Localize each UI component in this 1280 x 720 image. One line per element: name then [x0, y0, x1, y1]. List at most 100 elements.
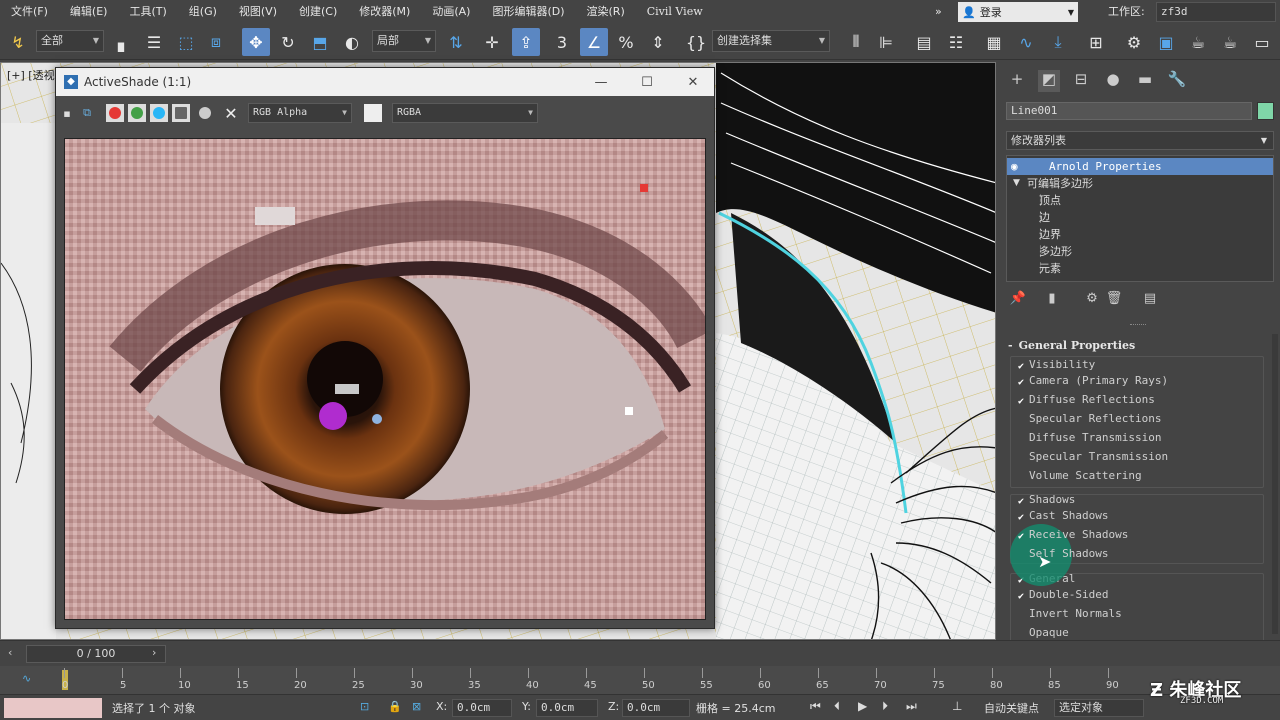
- blue-channel-toggle[interactable]: [150, 104, 168, 122]
- expand-triangle-icon[interactable]: ▼: [1013, 175, 1020, 192]
- workspace-dropdown[interactable]: zf3d: [1156, 2, 1276, 22]
- select-object-icon[interactable]: ▖: [110, 28, 138, 56]
- checkbox-visibility[interactable]: ✔ Visibility: [1016, 357, 1095, 373]
- stack-item-polygon[interactable]: ┆ 多边形: [1007, 243, 1273, 260]
- undo-redo-icon[interactable]: ↯: [4, 28, 32, 56]
- window-crossing-icon[interactable]: ⧈: [202, 28, 230, 56]
- configure-sets-icon[interactable]: ▤: [1140, 291, 1160, 311]
- render-iterative-icon[interactable]: ☕: [1216, 28, 1244, 56]
- menu-modifiers[interactable]: 修改器(M): [348, 0, 421, 24]
- next-key-icon[interactable]: ⏵: [882, 699, 888, 714]
- schematic-view-icon[interactable]: ⤓: [1044, 28, 1072, 56]
- menu-group[interactable]: 组(G): [178, 0, 228, 24]
- menu-edit[interactable]: 编辑(E): [59, 0, 119, 24]
- mono-toggle[interactable]: [196, 104, 214, 122]
- utilities-tab-wrench-icon[interactable]: 🔧: [1166, 70, 1188, 92]
- isolate-icon[interactable]: ⊡: [360, 700, 369, 713]
- selection-filter-dropdown[interactable]: 全部 ▼: [36, 30, 104, 52]
- material-editor-icon[interactable]: ⊞: [1082, 28, 1110, 56]
- object-color-swatch[interactable]: [1257, 102, 1274, 120]
- absolute-mode-icon[interactable]: ⊠: [412, 700, 421, 713]
- menu-graph-editors[interactable]: 图形编辑器(D): [481, 0, 575, 24]
- rendered-frame-icon[interactable]: ▣: [1152, 28, 1180, 56]
- menu-file[interactable]: 文件(F): [0, 0, 59, 24]
- checkbox-diffuse-transmission[interactable]: Diffuse Transmission: [1016, 430, 1161, 446]
- motion-tab-icon[interactable]: ●: [1102, 70, 1124, 92]
- stack-item-edge[interactable]: ┆ 边: [1007, 209, 1273, 226]
- rollout-scrollbar[interactable]: [1272, 334, 1278, 634]
- pivot-center-icon[interactable]: ⇅: [442, 28, 470, 56]
- menu-view[interactable]: 视图(V): [228, 0, 288, 24]
- curve-editor-icon[interactable]: ∿: [1012, 28, 1040, 56]
- x-coordinate-field[interactable]: 0.0cm: [452, 699, 512, 717]
- minimize-icon[interactable]: —: [578, 68, 624, 96]
- goto-end-icon[interactable]: ⏭: [906, 699, 917, 714]
- activeshade-icon[interactable]: ▭: [1248, 28, 1276, 56]
- ribbon-icon[interactable]: ▦: [980, 28, 1008, 56]
- time-slider[interactable]: 0 / 100: [26, 645, 166, 663]
- menu-overflow-icon[interactable]: »: [924, 0, 953, 24]
- select-move-icon[interactable]: ✥: [242, 28, 270, 56]
- reference-coord-dropdown[interactable]: 局部 ▼: [372, 30, 436, 52]
- checkbox-volume-scattering[interactable]: Volume Scattering: [1016, 468, 1142, 484]
- keyboard-shortcut-icon[interactable]: ⇪: [512, 28, 540, 56]
- splitter[interactable]: [1130, 324, 1146, 326]
- lock-icon[interactable]: 🔒: [388, 700, 402, 713]
- checkbox-specular-reflections[interactable]: Specular Reflections: [1016, 411, 1161, 427]
- prev-frame-icon[interactable]: ‹: [8, 646, 12, 659]
- maximize-icon[interactable]: ☐: [624, 68, 670, 96]
- select-scale-icon[interactable]: ⬒: [306, 28, 334, 56]
- stack-item-border[interactable]: ┆ 边界: [1007, 226, 1273, 243]
- stack-item-editable-poly[interactable]: ▼ 可编辑多边形: [1007, 175, 1273, 192]
- checkbox-invert-normals[interactable]: Invert Normals: [1016, 606, 1122, 622]
- clear-icon[interactable]: ✕: [222, 104, 240, 123]
- z-coordinate-field[interactable]: 0.0cm: [622, 699, 690, 717]
- edit-named-selection-icon[interactable]: {}: [682, 28, 710, 56]
- stack-item-vertex[interactable]: ┆ 顶点: [1007, 192, 1273, 209]
- checkbox-double-sided[interactable]: ✔ Double-Sided: [1016, 587, 1109, 603]
- save-image-icon[interactable]: ▪: [58, 104, 76, 122]
- snaps-toggle-icon[interactable]: 3: [548, 28, 576, 56]
- modifier-list-dropdown[interactable]: 修改器列表 ▼: [1006, 131, 1274, 150]
- rect-selection-icon[interactable]: ⬚: [172, 28, 200, 56]
- checkbox-specular-transmission[interactable]: Specular Transmission: [1016, 449, 1168, 465]
- menu-rendering[interactable]: 渲染(R): [576, 0, 636, 24]
- spinner-snap-icon[interactable]: ⇕: [644, 28, 672, 56]
- hierarchy-tab-icon[interactable]: ⊟: [1070, 70, 1092, 92]
- channel-dropdown[interactable]: RGB Alpha ▼: [248, 103, 352, 123]
- select-place-icon[interactable]: ◐: [338, 28, 366, 56]
- checkbox-receive-shadows[interactable]: ✔ Receive Shadows: [1016, 527, 1128, 543]
- alpha-channel-toggle[interactable]: [172, 104, 190, 122]
- select-manipulate-icon[interactable]: ✛: [478, 28, 506, 56]
- checkbox-opaque[interactable]: Opaque: [1016, 625, 1069, 640]
- key-filter-dropdown[interactable]: 选定对象: [1054, 699, 1144, 717]
- percent-snap-icon[interactable]: %: [612, 28, 640, 56]
- viewport-label[interactable]: [+] [透视]: [7, 67, 59, 83]
- menu-civil-view[interactable]: Civil View: [636, 0, 714, 24]
- named-selection-dropdown[interactable]: 创建选择集 ▼: [712, 30, 830, 52]
- background-color-swatch[interactable]: [364, 104, 382, 122]
- remove-modifier-icon[interactable]: 🗑: [1104, 291, 1124, 311]
- menu-create[interactable]: 创建(C): [288, 0, 348, 24]
- scene-explorer-icon[interactable]: ☷: [942, 28, 970, 56]
- play-icon[interactable]: ▶: [858, 699, 867, 713]
- make-unique-icon[interactable]: ⚙: [1082, 291, 1102, 311]
- checkbox-diffuse-reflections[interactable]: ✔ Diffuse Reflections: [1016, 392, 1155, 408]
- checkbox-self-shadows[interactable]: Self Shadows: [1016, 546, 1108, 562]
- set-key-icon[interactable]: ⊥: [952, 699, 962, 713]
- checkbox-cast-shadows[interactable]: ✔ Cast Shadows: [1016, 508, 1109, 524]
- activeshade-titlebar[interactable]: ◆ ActiveShade (1:1) — ☐ ✕: [56, 68, 714, 96]
- y-coordinate-field[interactable]: 0.0cm: [536, 699, 598, 717]
- angle-snap-icon[interactable]: ∠: [580, 28, 608, 56]
- login-dropdown[interactable]: 👤 登录 ▼: [958, 2, 1078, 22]
- eye-icon[interactable]: ◉: [1011, 158, 1018, 175]
- display-dropdown[interactable]: RGBA ▼: [392, 103, 538, 123]
- stack-item-arnold-properties[interactable]: ◉ Arnold Properties: [1007, 158, 1273, 175]
- checkbox-shadows[interactable]: ✔ Shadows: [1016, 492, 1075, 508]
- prev-key-icon[interactable]: ⏴: [834, 699, 840, 714]
- render-production-icon[interactable]: ☕: [1184, 28, 1212, 56]
- show-end-result-icon[interactable]: ▮: [1042, 291, 1062, 311]
- display-tab-icon[interactable]: ▬: [1134, 70, 1156, 92]
- track-bar[interactable]: ∿ 0 5 10 15 20 25 30 35 40 45 50 55 60 65 70 75 80 85 90: [0, 666, 1280, 694]
- align-icon[interactable]: ⊫: [872, 28, 900, 56]
